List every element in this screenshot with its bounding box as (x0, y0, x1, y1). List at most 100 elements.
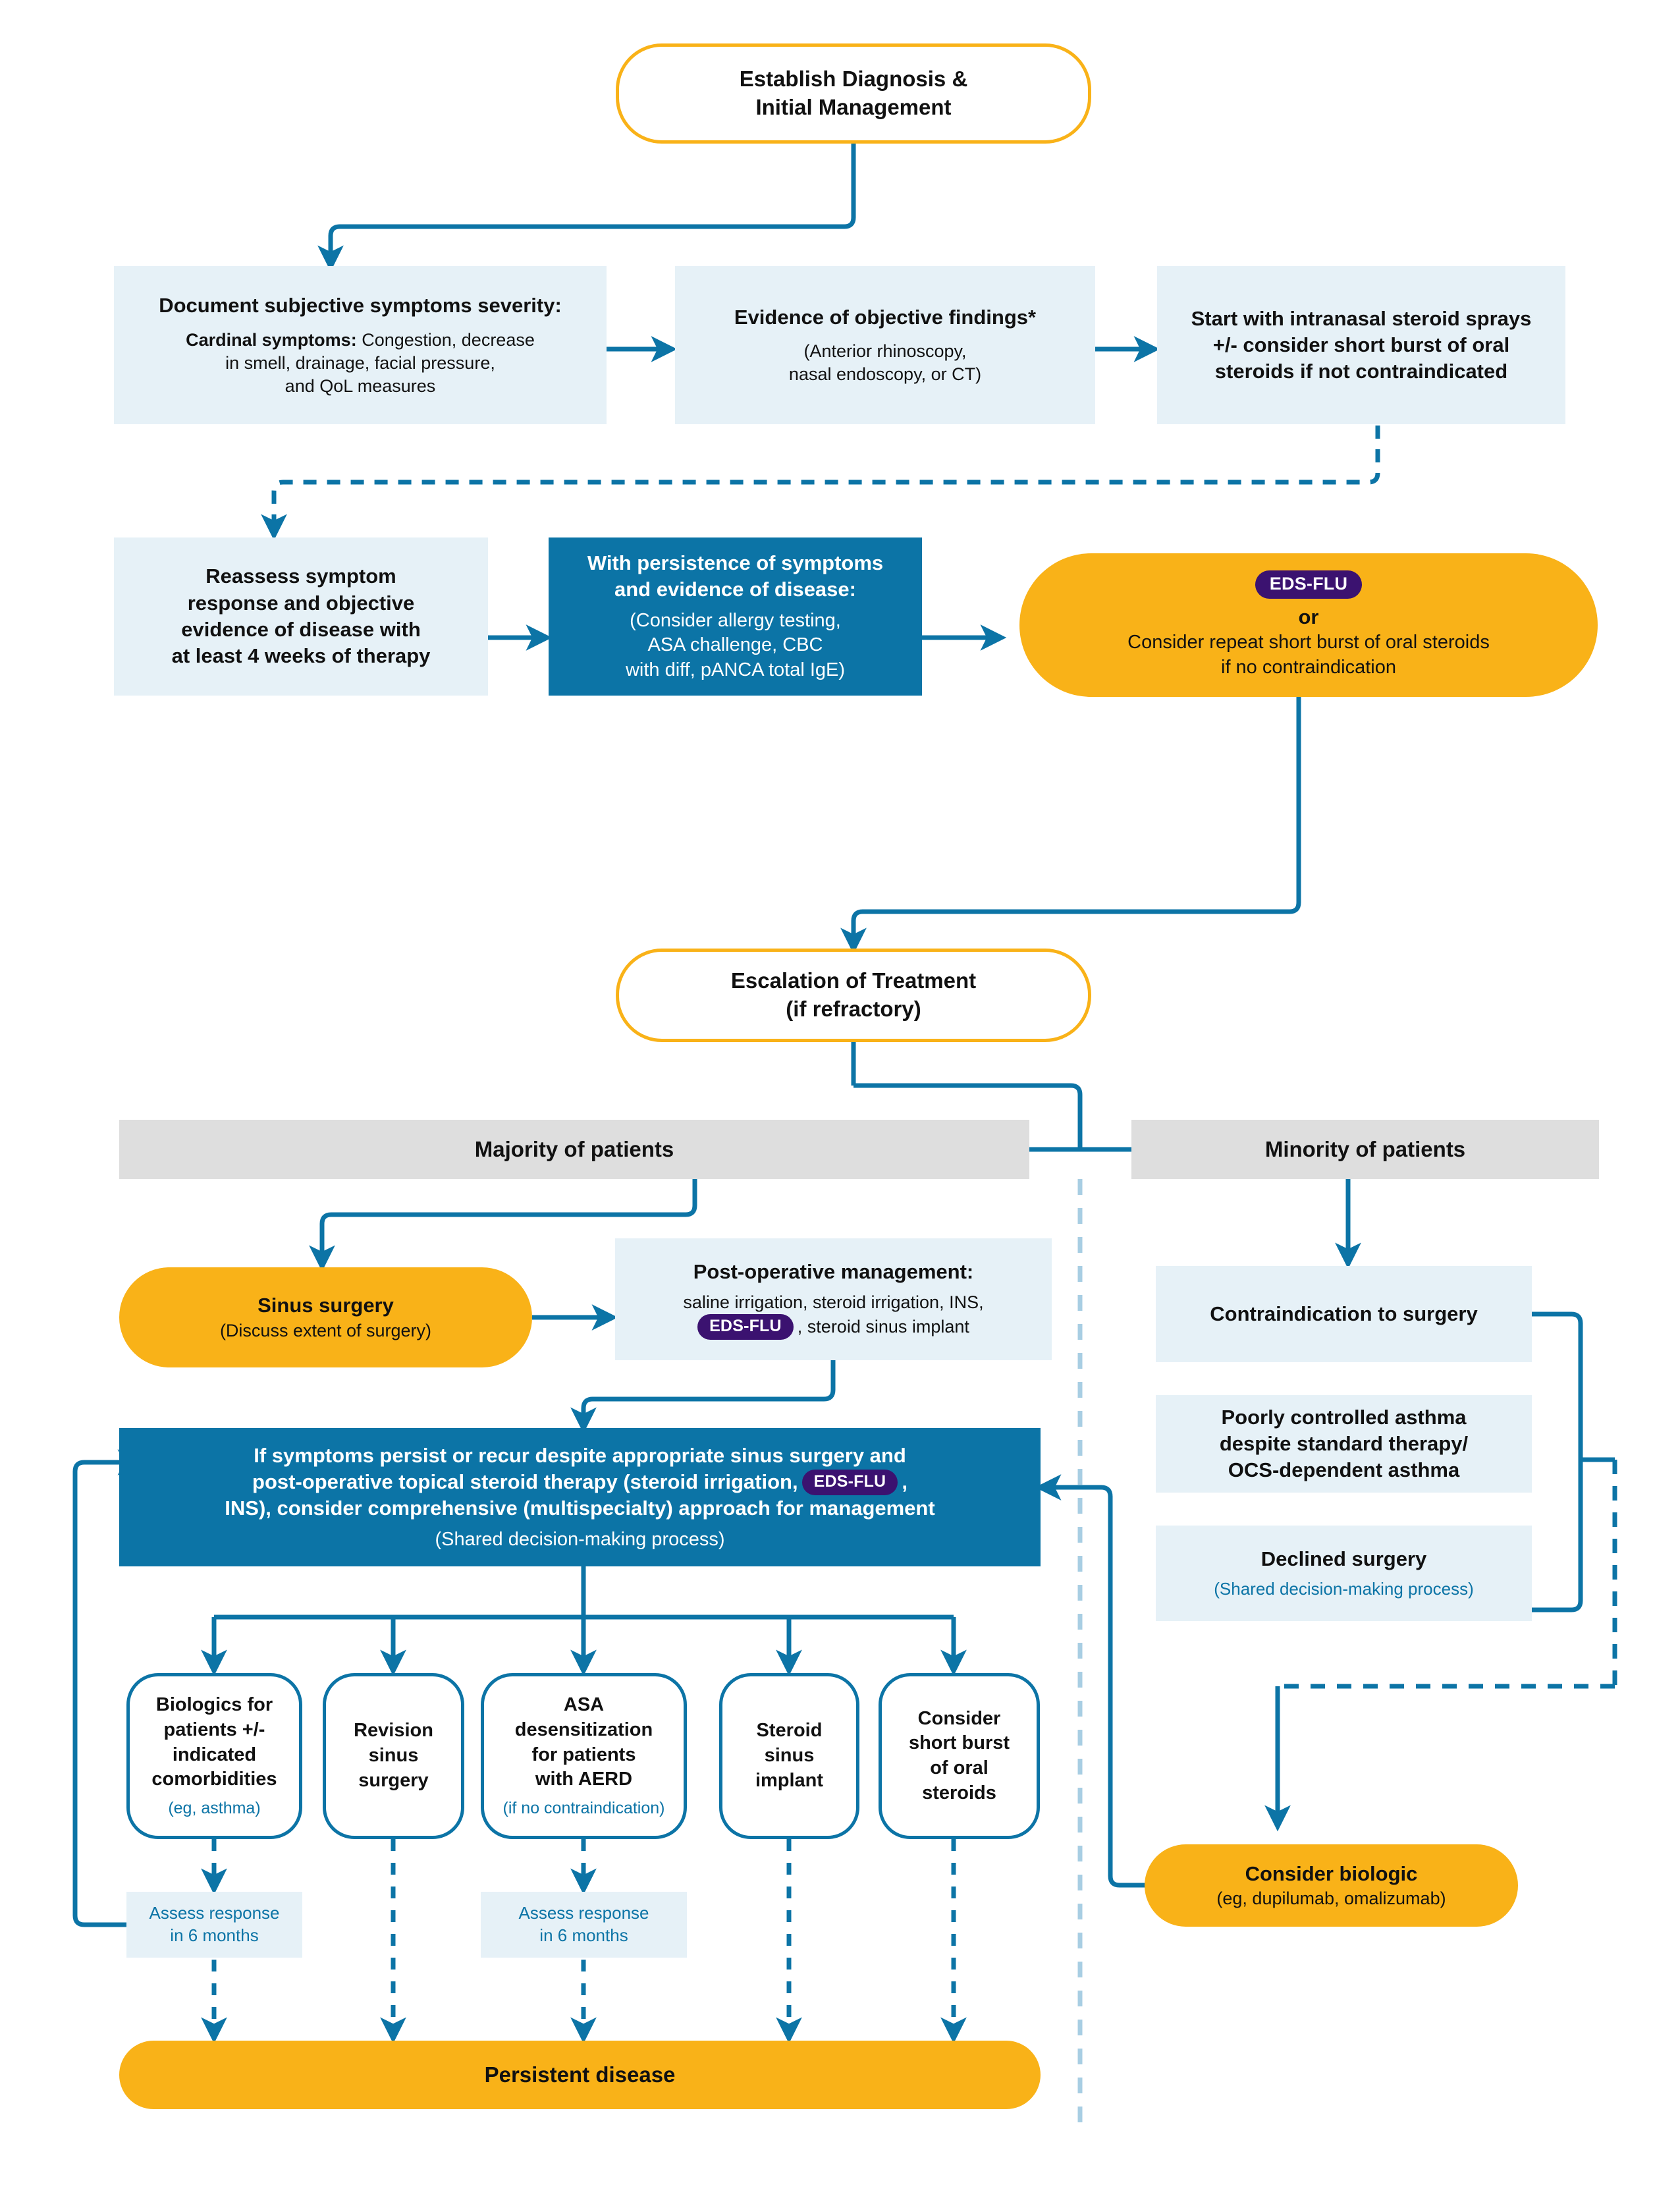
eds-flu-pill-multispecialty[interactable]: EDS-FLU (801, 1469, 898, 1495)
option-revision-line1: Revision (354, 1720, 433, 1742)
assess-response-1-line2: in 6 months (170, 1925, 259, 1945)
poorly-controlled-line1: Poorly controlled asthma (1221, 1405, 1467, 1429)
edsflu-line2: if no contraindication (1221, 656, 1396, 678)
node-post-operative-management[interactable]: Post-operative management: saline irriga… (615, 1238, 1052, 1360)
header-majority-of-patients: Majority of patients (119, 1120, 1029, 1179)
node-document-symptoms[interactable]: Document subjective symptoms severity: C… (114, 266, 607, 424)
reassess-line1: Reassess symptom (205, 565, 396, 588)
node-assess-response-biologics[interactable]: Assess response in 6 months (126, 1892, 302, 1958)
post-op-body2: , steroid sinus implant (797, 1316, 969, 1336)
document-symptoms-body3: and QoL measures (285, 375, 436, 396)
node-reassess-symptoms[interactable]: Reassess symptom response and objective … (114, 537, 488, 696)
multispecialty-line2a: post-operative topical steroid therapy (… (252, 1470, 798, 1493)
node-consider-biologic[interactable]: Consider biologic (eg, dupilumab, omaliz… (1145, 1844, 1518, 1927)
majority-header-label: Majority of patients (474, 1136, 674, 1161)
node-sinus-surgery[interactable]: Sinus surgery (Discuss extent of surgery… (119, 1267, 532, 1367)
node-poorly-controlled-asthma[interactable]: Poorly controlled asthma despite standar… (1156, 1395, 1532, 1493)
declined-surgery-sub: (Shared decision-making process) (1214, 1578, 1474, 1599)
node-option-short-burst-steroids[interactable]: Consider short burst of oral steroids (879, 1673, 1040, 1839)
reassess-line2: response and objective (187, 591, 415, 615)
option-shortburst-line3: of oral (930, 1757, 989, 1778)
contraindication-label: Contraindication to surgery (1210, 1302, 1478, 1325)
objective-findings-body2: nasal endoscopy, or CT) (788, 364, 982, 385)
option-implant-line1: Steroid (756, 1720, 823, 1742)
objective-findings-body1: (Anterior rhinoscopy, (803, 341, 967, 362)
node-establish-diagnosis[interactable]: Establish Diagnosis & Initial Management (616, 43, 1091, 144)
node-option-revision-surgery[interactable]: Revision sinus surgery (323, 1673, 464, 1839)
option-implant-line2: sinus (764, 1745, 815, 1767)
cardinal-symptoms-rest: Congestion, decrease (356, 329, 535, 350)
option-implant-line3: implant (755, 1769, 824, 1791)
poorly-controlled-line3: OCS-dependent asthma (1228, 1458, 1460, 1482)
post-op-heading: Post-operative management: (693, 1260, 974, 1284)
reassess-line3: evidence of disease with (181, 618, 421, 641)
intranasal-steroids-line2: +/- consider short burst of oral (1212, 333, 1510, 356)
option-biologics-line3: indicated (172, 1744, 257, 1765)
node-edsflu-or-oral-steroids[interactable]: EDS-FLU or Consider repeat short burst o… (1019, 553, 1598, 697)
option-asa-sub: (if no contraindication) (502, 1799, 665, 1818)
option-asa-line4: with AERD (535, 1769, 633, 1790)
multispecialty-line3: INS), consider comprehensive (multispeci… (225, 1497, 935, 1520)
document-symptoms-heading: Document subjective symptoms severity: (159, 294, 562, 317)
node-multispecialty-approach[interactable]: If symptoms persist or recur despite app… (119, 1428, 1041, 1566)
eds-flu-pill[interactable]: EDS-FLU (1255, 570, 1363, 599)
multispecialty-line1: If symptoms persist or recur despite app… (254, 1443, 906, 1467)
node-option-asa-desensitization[interactable]: ASA desensitization for patients with AE… (481, 1673, 687, 1839)
declined-surgery-heading: Declined surgery (1260, 1547, 1427, 1571)
document-symptoms-body2: in smell, drainage, facial pressure, (225, 352, 495, 373)
header-minority-of-patients: Minority of patients (1131, 1120, 1599, 1179)
option-shortburst-line1: Consider (917, 1707, 1001, 1729)
option-biologics-line4: comorbidities (151, 1769, 277, 1790)
node-option-steroid-sinus-implant[interactable]: Steroid sinus implant (719, 1673, 859, 1839)
option-shortburst-line4: steroids (922, 1782, 996, 1804)
node-intranasal-steroids[interactable]: Start with intranasal steroid sprays +/-… (1157, 266, 1565, 424)
node-contraindication-to-surgery[interactable]: Contraindication to surgery (1156, 1266, 1532, 1362)
escalation-line2: (if refractory) (786, 997, 921, 1021)
intranasal-steroids-line3: steroids if not contraindicated (1214, 360, 1508, 383)
node-option-biologics[interactable]: Biologics for patients +/- indicated com… (126, 1673, 302, 1839)
consider-biologic-heading: Consider biologic (1245, 1861, 1418, 1885)
option-biologics-line2: patients +/- (163, 1719, 265, 1741)
assess-response-2-line2: in 6 months (539, 1925, 628, 1945)
option-revision-line3: surgery (358, 1769, 429, 1791)
establish-diagnosis-line1: Establish Diagnosis & (739, 67, 968, 92)
multispecialty-line2b: , (902, 1470, 908, 1493)
multispecialty-line2-row: post-operative topical steroid therapy (… (252, 1469, 908, 1495)
establish-diagnosis-line2: Initial Management (755, 95, 952, 119)
node-persistence-symptoms[interactable]: With persistence of symptoms and evidenc… (549, 537, 922, 696)
node-objective-findings[interactable]: Evidence of objective findings* (Anterio… (675, 266, 1095, 424)
persistence-body3: with diff, pANCA total IgE) (625, 659, 846, 681)
persistence-body2: ASA challenge, CBC (647, 634, 823, 656)
objective-findings-heading: Evidence of objective findings* (734, 305, 1037, 329)
flowchart-canvas: Establish Diagnosis & Initial Management… (0, 0, 1680, 2204)
document-symptoms-body1: Cardinal symptoms: Congestion, decrease (186, 329, 535, 352)
option-biologics-line1: Biologics for (155, 1694, 273, 1716)
node-declined-surgery[interactable]: Declined surgery (Shared decision-making… (1156, 1526, 1532, 1621)
option-shortburst-line2: short burst (908, 1732, 1010, 1754)
node-assess-response-asa[interactable]: Assess response in 6 months (481, 1892, 687, 1958)
persistence-heading2: and evidence of disease: (614, 578, 856, 601)
escalation-line1: Escalation of Treatment (730, 968, 977, 993)
poorly-controlled-line2: despite standard therapy/ (1219, 1431, 1469, 1455)
option-asa-line3: for patients (531, 1744, 636, 1765)
intranasal-steroids-line1: Start with intranasal steroid sprays (1191, 306, 1532, 330)
persistence-heading1: With persistence of symptoms (587, 551, 884, 575)
persistent-disease-label: Persistent disease (484, 2062, 676, 2087)
eds-flu-pill-postop[interactable]: EDS-FLU (697, 1313, 794, 1340)
persistence-body1: (Consider allergy testing, (630, 609, 841, 631)
cardinal-symptoms-label: Cardinal symptoms: (186, 329, 357, 350)
edsflu-or-label: or (1298, 605, 1319, 628)
multispecialty-line4: (Shared decision-making process) (435, 1528, 725, 1550)
node-escalation-of-treatment[interactable]: Escalation of Treatment (if refractory) (616, 949, 1091, 1042)
sinus-surgery-sub: (Discuss extent of surgery) (219, 1320, 432, 1340)
minority-header-label: Minority of patients (1264, 1136, 1466, 1161)
option-revision-line2: sinus (368, 1745, 419, 1767)
option-biologics-sub: (eg, asthma) (168, 1799, 261, 1818)
sinus-surgery-heading: Sinus surgery (257, 1294, 394, 1317)
node-persistent-disease[interactable]: Persistent disease (119, 2041, 1041, 2109)
edsflu-line1: Consider repeat short burst of oral ster… (1127, 631, 1490, 653)
assess-response-2-line1: Assess response (518, 1903, 649, 1923)
option-asa-line2: desensitization (514, 1719, 653, 1741)
consider-biologic-sub: (eg, dupilumab, omalizumab) (1216, 1888, 1446, 1909)
option-asa-line1: ASA (563, 1694, 605, 1716)
